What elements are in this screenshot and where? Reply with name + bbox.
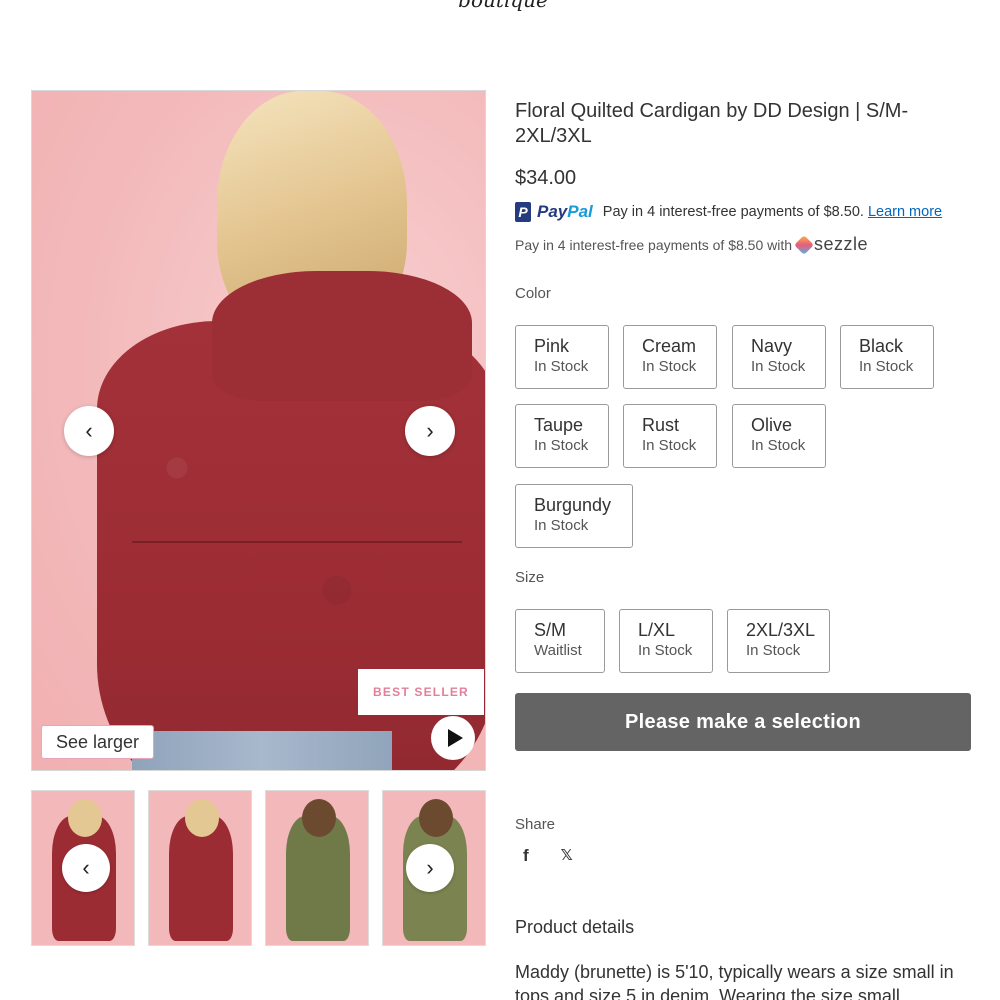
option-name: Navy: [751, 336, 793, 356]
color-option-navy[interactable]: Navy In Stock: [732, 325, 826, 389]
option-name: Burgundy: [534, 495, 612, 515]
option-name: 2XL/3XL: [746, 620, 816, 640]
paypal-logo: P Pay Pal: [515, 202, 593, 222]
option-name: Rust: [642, 415, 680, 435]
option-stock: In Stock: [534, 437, 589, 454]
color-label: Color: [515, 285, 551, 302]
size-option-s-m[interactable]: S/M Waitlist: [515, 609, 605, 673]
share-icons: f 𝕏: [523, 846, 573, 866]
color-option-olive[interactable]: Olive In Stock: [732, 404, 826, 468]
option-name: Black: [859, 336, 904, 356]
play-icon: [447, 729, 463, 747]
option-stock: In Stock: [642, 358, 697, 375]
store-logo[interactable]: boutique: [458, 0, 548, 14]
see-larger-button[interactable]: See larger: [41, 725, 154, 759]
paypal-logo-pay: Pay: [537, 202, 568, 221]
sezzle-icon: [794, 234, 814, 255]
option-stock: In Stock: [751, 358, 806, 375]
chevron-right-icon: ›: [426, 855, 434, 880]
paypal-logo-pal: Pal: [567, 202, 593, 221]
option-stock: In Stock: [746, 642, 801, 659]
thumbnail-head: [302, 799, 336, 837]
option-stock: In Stock: [859, 358, 914, 375]
thumbnail-head: [419, 799, 453, 837]
option-name: Taupe: [534, 415, 584, 435]
paypal-installment-text: Pay in 4 interest-free payments of $8.50…: [602, 204, 864, 220]
color-option-rust[interactable]: Rust In Stock: [623, 404, 717, 468]
facebook-icon[interactable]: f: [523, 846, 529, 866]
paypal-learn-more-link[interactable]: Learn more: [868, 204, 942, 220]
product-details-text: Maddy (brunette) is 5'10, typically wear…: [515, 962, 954, 1000]
option-stock: In Stock: [534, 517, 589, 534]
image-prev-button[interactable]: ‹: [64, 406, 114, 456]
chevron-left-icon: ‹: [85, 418, 93, 443]
option-name: Olive: [751, 415, 793, 435]
option-stock: Waitlist: [534, 642, 582, 659]
thumbnail-head: [185, 799, 219, 837]
thumbnail-2[interactable]: [148, 790, 252, 946]
play-video-button[interactable]: [431, 716, 475, 760]
sezzle-message: Pay in 4 interest-free payments of $8.50…: [515, 234, 868, 255]
sezzle-installment-text: Pay in 4 interest-free payments of $8.50…: [515, 236, 793, 253]
size-option-2xl-3xl[interactable]: 2XL/3XL In Stock: [727, 609, 830, 673]
option-name: S/M: [534, 620, 567, 640]
option-name: L/XL: [638, 620, 676, 640]
add-to-cart-button[interactable]: Please make a selection: [515, 693, 971, 751]
cardigan-hood: [212, 271, 472, 401]
option-stock: In Stock: [751, 437, 806, 454]
color-option-black[interactable]: Black In Stock: [840, 325, 934, 389]
color-option-taupe[interactable]: Taupe In Stock: [515, 404, 609, 468]
option-stock: In Stock: [638, 642, 693, 659]
option-stock: In Stock: [642, 437, 697, 454]
color-option-pink[interactable]: Pink In Stock: [515, 325, 609, 389]
color-option-burgundy[interactable]: Burgundy In Stock: [515, 484, 633, 548]
thumbnail-strip: ‹ ›: [31, 790, 486, 946]
cardigan-seam: [132, 541, 462, 543]
product-details-heading: Product details: [515, 917, 635, 937]
size-option-l-xl[interactable]: L/XL In Stock: [619, 609, 713, 673]
thumbnail-prev-button[interactable]: ‹: [62, 844, 110, 892]
chevron-right-icon: ›: [426, 418, 434, 443]
option-name: Pink: [534, 336, 570, 356]
twitter-icon[interactable]: 𝕏: [561, 846, 573, 866]
sezzle-logo[interactable]: sezzle: [794, 234, 869, 255]
option-name: Cream: [642, 336, 697, 356]
size-label: Size: [515, 569, 545, 586]
chevron-left-icon: ‹: [82, 855, 90, 880]
sezzle-logo-text: sezzle: [814, 234, 869, 254]
thumbnail-next-button[interactable]: ›: [406, 844, 454, 892]
store-logo-text: boutique: [458, 0, 548, 12]
share-label: Share: [515, 816, 556, 833]
best-seller-badge: BEST SELLER: [358, 669, 484, 715]
color-option-cream[interactable]: Cream In Stock: [623, 325, 717, 389]
image-next-button[interactable]: ›: [405, 406, 455, 456]
product-price: $34.00: [515, 167, 577, 189]
model-jeans: [132, 731, 392, 770]
paypal-message: P Pay Pal Pay in 4 interest-free payments…: [515, 201, 975, 223]
thumbnail-head: [68, 799, 102, 837]
thumbnail-3[interactable]: [265, 790, 369, 946]
product-title: Floral Quilted Cardigan by DD Design | S…: [515, 100, 909, 147]
option-stock: In Stock: [534, 358, 589, 375]
paypal-icon: P: [515, 202, 531, 222]
